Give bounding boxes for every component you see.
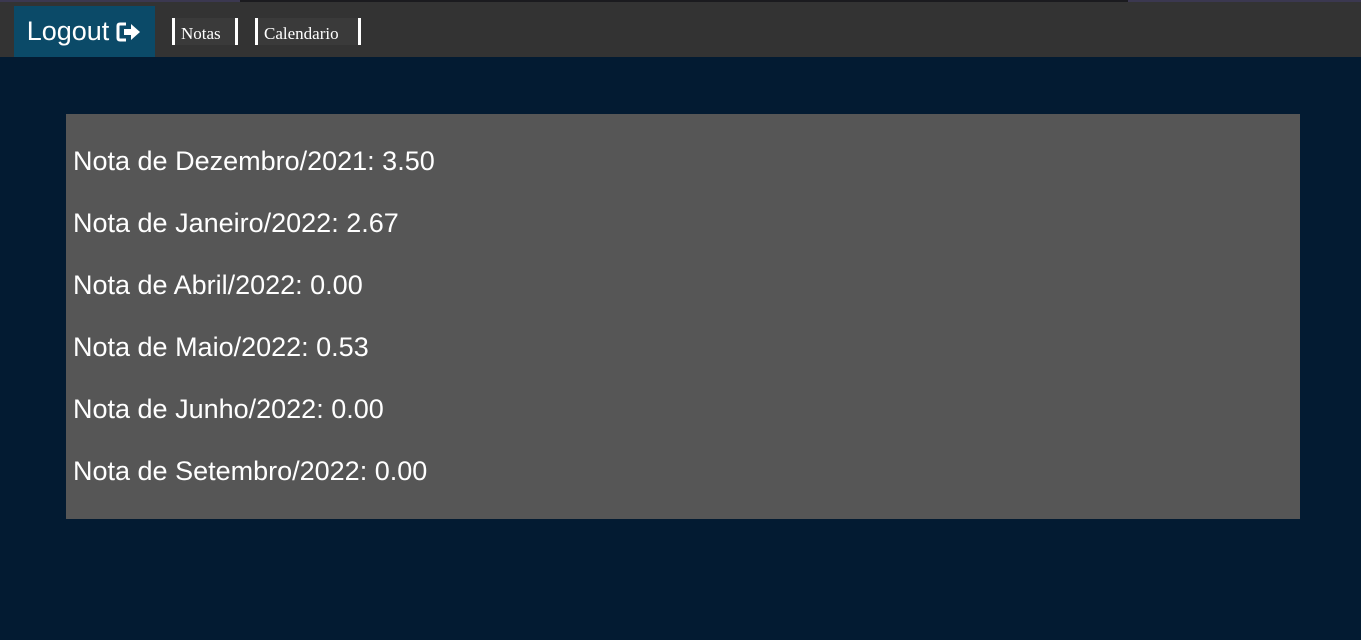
- sign-out-icon: [116, 21, 142, 43]
- nav-link-notas[interactable]: Notas: [172, 18, 238, 45]
- logout-button[interactable]: Logout: [14, 6, 155, 57]
- grade-item: Nota de Maio/2022: 0.53: [73, 332, 369, 362]
- navbar: Logout Notas Calendario: [0, 2, 1361, 57]
- grade-item: Nota de Setembro/2022: 0.00: [73, 456, 428, 486]
- logout-label: Logout: [26, 16, 110, 46]
- grade-item: Nota de Junho/2022: 0.00: [73, 394, 384, 424]
- grade-item: Nota de Dezembro/2021: 3.50: [73, 146, 435, 176]
- nav-link-calendario[interactable]: Calendario: [255, 18, 361, 45]
- grade-item: Nota de Abril/2022: 0.00: [73, 270, 363, 300]
- grades-panel: Nota de Dezembro/2021: 3.50 Nota de Jane…: [66, 114, 1300, 519]
- grade-item: Nota de Janeiro/2022: 2.67: [73, 208, 399, 238]
